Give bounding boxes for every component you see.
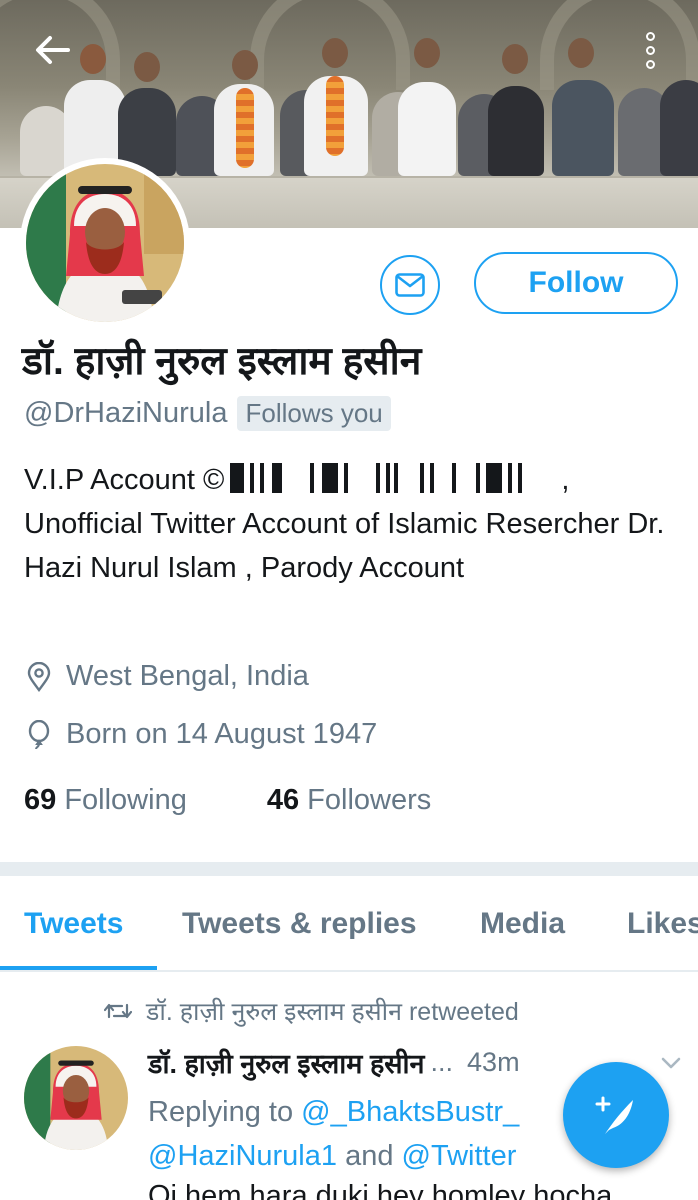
following-count: 69 (24, 784, 57, 816)
balloon-icon (24, 719, 54, 750)
tab-tweets-replies[interactable]: Tweets & replies (182, 876, 417, 970)
handle-row: @DrHaziNurula Follows you (24, 396, 391, 431)
banner-figure (552, 80, 614, 176)
more-vertical-icon (645, 45, 655, 55)
tweet-text: Oi hem hara duki hey homley hocha (148, 1180, 613, 1200)
arrow-left-icon (36, 36, 70, 64)
followers-stat[interactable]: 46 Followers (267, 784, 431, 817)
banner-figure-head (502, 44, 528, 74)
location-pin-icon (24, 661, 54, 692)
location-row: West Bengal, India (24, 660, 309, 693)
tab-likes[interactable]: Likes (627, 876, 698, 970)
banner-figure-head (80, 44, 106, 74)
and-label: and (345, 1140, 394, 1172)
banner-figure-head (568, 38, 594, 68)
mention-link[interactable]: @_BhaktsBustr_ (301, 1096, 519, 1128)
bio-text: Unofficial Twitter Account of Islamic Re… (24, 508, 665, 584)
profile-stats: 69 Following 46 Followers (24, 784, 431, 817)
tab-media[interactable]: Media (480, 876, 565, 970)
tweet-author-avatar[interactable] (24, 1046, 128, 1150)
profile-tabs: Tweets Tweets & replies Media Likes (0, 876, 698, 972)
birthday-row: Born on 14 August 1947 (24, 718, 377, 751)
profile-location: West Bengal, India (66, 660, 309, 692)
retweet-icon (104, 1003, 132, 1019)
bio-prefix: V.I.P Account © (24, 464, 225, 496)
follows-you-badge: Follows you (237, 396, 391, 431)
mention-link[interactable]: @Twitter (402, 1140, 517, 1172)
message-button[interactable] (380, 255, 440, 315)
profile-bio: V.I.P Account ©, Unofficial Twitter Acco… (24, 458, 674, 590)
profile-handle: @DrHaziNurula (24, 397, 228, 429)
banner-figure-head (134, 52, 160, 82)
followers-count: 46 (266, 784, 300, 816)
following-stat[interactable]: 69 Following (24, 784, 187, 817)
banner-figure (488, 86, 544, 176)
replying-to-label: Replying to (148, 1096, 294, 1128)
banner-figure-head (322, 38, 348, 68)
banner-figure-head (414, 38, 440, 68)
avatar-image (26, 164, 184, 322)
following-label: Following (64, 784, 187, 816)
more-options-button[interactable] (630, 22, 670, 78)
retweet-label: डॉ. हाज़ी नुरुल इस्लाम हसीन retweeted (146, 998, 519, 1026)
profile-display-name: डॉ. हाज़ी नुरुल इस्लाम हसीन (22, 340, 422, 383)
profile-avatar[interactable] (20, 158, 190, 328)
bio-suffix: , (561, 464, 570, 496)
section-divider (0, 862, 698, 876)
more-vertical-icon (645, 59, 655, 69)
more-vertical-icon (645, 31, 655, 41)
banner-figure-head (232, 50, 258, 80)
banner-garland (236, 88, 254, 168)
chevron-down-icon[interactable] (656, 1048, 686, 1078)
profile-birthday: Born on 14 August 1947 (66, 718, 378, 750)
compose-feather-icon (595, 1096, 633, 1134)
mention-link[interactable]: @HaziNurula1 (148, 1140, 337, 1172)
compose-tweet-button[interactable] (563, 1062, 669, 1168)
tweet-author-name[interactable]: डॉ. हाज़ी नुरुल इस्लाम हसीन (148, 1044, 425, 1081)
banner-garland (326, 76, 344, 156)
banner-figure (660, 80, 698, 176)
followers-label: Followers (307, 784, 432, 816)
tab-tweets[interactable]: Tweets (24, 876, 123, 970)
follow-button[interactable]: Follow (474, 252, 678, 314)
barcode-glyphs (230, 463, 556, 493)
active-tab-indicator (0, 966, 157, 970)
back-button[interactable] (30, 28, 74, 72)
tweet-timestamp: 43m (467, 1047, 520, 1077)
retweet-context[interactable]: डॉ. हाज़ी नुरुल इस्लाम हसीन retweeted (104, 994, 519, 1028)
banner-figure (398, 82, 456, 176)
banner-arch (540, 0, 698, 90)
tweet-name-ellipsis: ... (430, 1047, 454, 1077)
envelope-icon (395, 273, 425, 297)
